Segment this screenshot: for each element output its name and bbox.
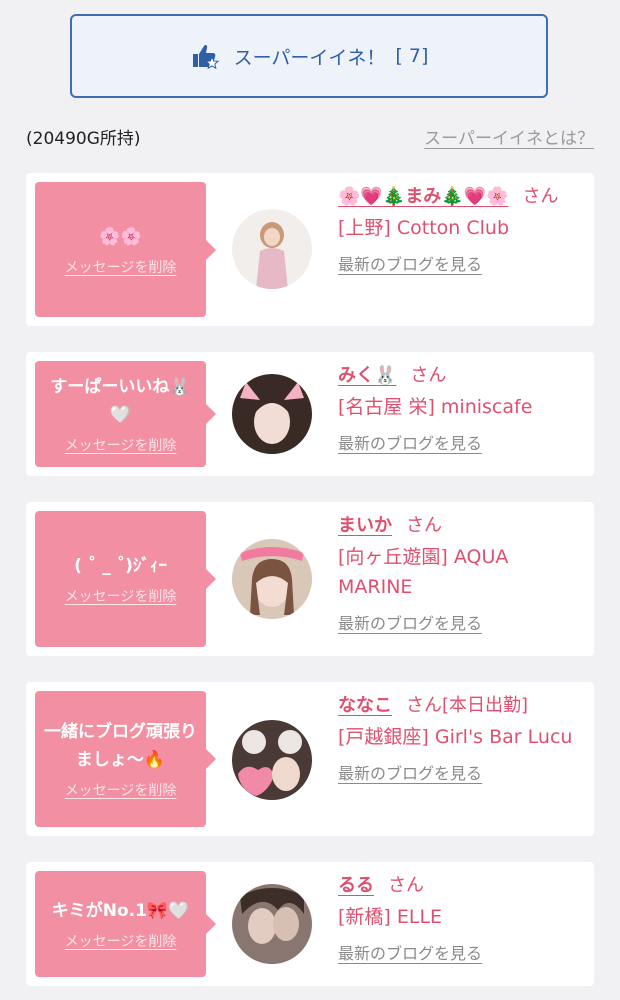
on-duty-badge: [本日出勤]	[442, 695, 529, 716]
san-suffix: さん	[406, 515, 442, 536]
cast-name-link[interactable]: まいか	[338, 515, 392, 536]
shop-name: [上野] Cotton Club	[338, 217, 510, 239]
what-is-super-like-link[interactable]: スーパーイイネとは？	[424, 124, 594, 149]
latest-blog-link[interactable]: 最新のブログを見る	[338, 430, 482, 454]
message-text: 一緒にブログ頑張りましょ〜🔥	[44, 722, 197, 770]
cast-name-link[interactable]: ななこ	[338, 695, 392, 716]
avatar[interactable]	[232, 374, 312, 454]
shop-name: [向ヶ丘遊園] AQUA MARINE	[338, 546, 509, 598]
latest-blog-link[interactable]: 最新のブログを見る	[338, 251, 482, 275]
san-suffix: さん	[388, 875, 424, 896]
message-bubble: ( ˚ _ ˚)ｼﾞｨｰ メッセージを削除	[35, 511, 216, 647]
super-like-count: [ 7]	[395, 45, 429, 67]
super-like-card: 🌸🌸 メッセージを削除 🌸💗🎄まみ🎄💗🌸 さん [上野] Cotton Club …	[26, 173, 594, 326]
latest-blog-link[interactable]: 最新のブログを見る	[338, 940, 482, 964]
delete-message-link[interactable]: メッセージを削除	[65, 780, 177, 800]
latest-blog-link[interactable]: 最新のブログを見る	[338, 760, 482, 784]
cast-name-link[interactable]: 🌸💗🎄まみ🎄💗🌸	[338, 186, 508, 207]
delete-message-link[interactable]: メッセージを削除	[65, 257, 177, 277]
shop-name: [新橋] ELLE	[338, 906, 443, 928]
avatar[interactable]	[232, 884, 312, 964]
avatar[interactable]	[232, 539, 312, 619]
gold-balance: (20490G所持)	[26, 129, 141, 149]
cast-name-link[interactable]: みく🐰	[338, 365, 396, 386]
message-text: 🌸🌸	[99, 226, 142, 247]
super-like-button[interactable]: スーパーイイネ！ [ 7]	[70, 14, 548, 98]
san-suffix: さん	[406, 695, 442, 716]
message-text: すーぱーいいね🐰🤍	[50, 377, 191, 425]
delete-message-link[interactable]: メッセージを削除	[65, 931, 177, 951]
super-like-card: ( ˚ _ ˚)ｼﾞｨｰ メッセージを削除 まいか さん [向ヶ丘遊園] AQUA…	[26, 502, 594, 656]
super-like-card: すーぱーいいね🐰🤍 メッセージを削除 みく🐰 さん [名古屋 栄] minisca…	[26, 352, 594, 476]
avatar[interactable]	[232, 209, 312, 289]
shop-name: [名古屋 栄] miniscafe	[338, 396, 533, 418]
super-like-card: キミがNo.1🎀🤍 メッセージを削除 るる さん [新橋] ELLE 最新のブログ…	[26, 862, 594, 986]
message-bubble: 一緒にブログ頑張りましょ〜🔥 メッセージを削除	[35, 691, 216, 827]
super-like-card: 一緒にブログ頑張りましょ〜🔥 メッセージを削除 ななこ さん[本日出勤] [戸越銀…	[26, 682, 594, 836]
thumbs-up-star-icon	[192, 44, 219, 70]
message-text: キミがNo.1🎀🤍	[51, 901, 190, 921]
avatar[interactable]	[232, 720, 312, 800]
message-bubble: すーぱーいいね🐰🤍 メッセージを削除	[35, 361, 216, 467]
cast-name-link[interactable]: るる	[338, 875, 374, 896]
message-bubble: キミがNo.1🎀🤍 メッセージを削除	[35, 871, 216, 977]
shop-name: [戸越銀座] Girl's Bar Lucu	[338, 726, 573, 748]
message-bubble: 🌸🌸 メッセージを削除	[35, 182, 216, 317]
san-suffix: さん	[522, 186, 559, 207]
super-like-label: スーパーイイネ！	[233, 46, 386, 69]
message-text: ( ˚ _ ˚)ｼﾞｨｰ	[74, 556, 167, 576]
san-suffix: さん	[410, 365, 447, 386]
delete-message-link[interactable]: メッセージを削除	[65, 586, 177, 606]
delete-message-link[interactable]: メッセージを削除	[65, 435, 177, 455]
latest-blog-link[interactable]: 最新のブログを見る	[338, 610, 482, 634]
